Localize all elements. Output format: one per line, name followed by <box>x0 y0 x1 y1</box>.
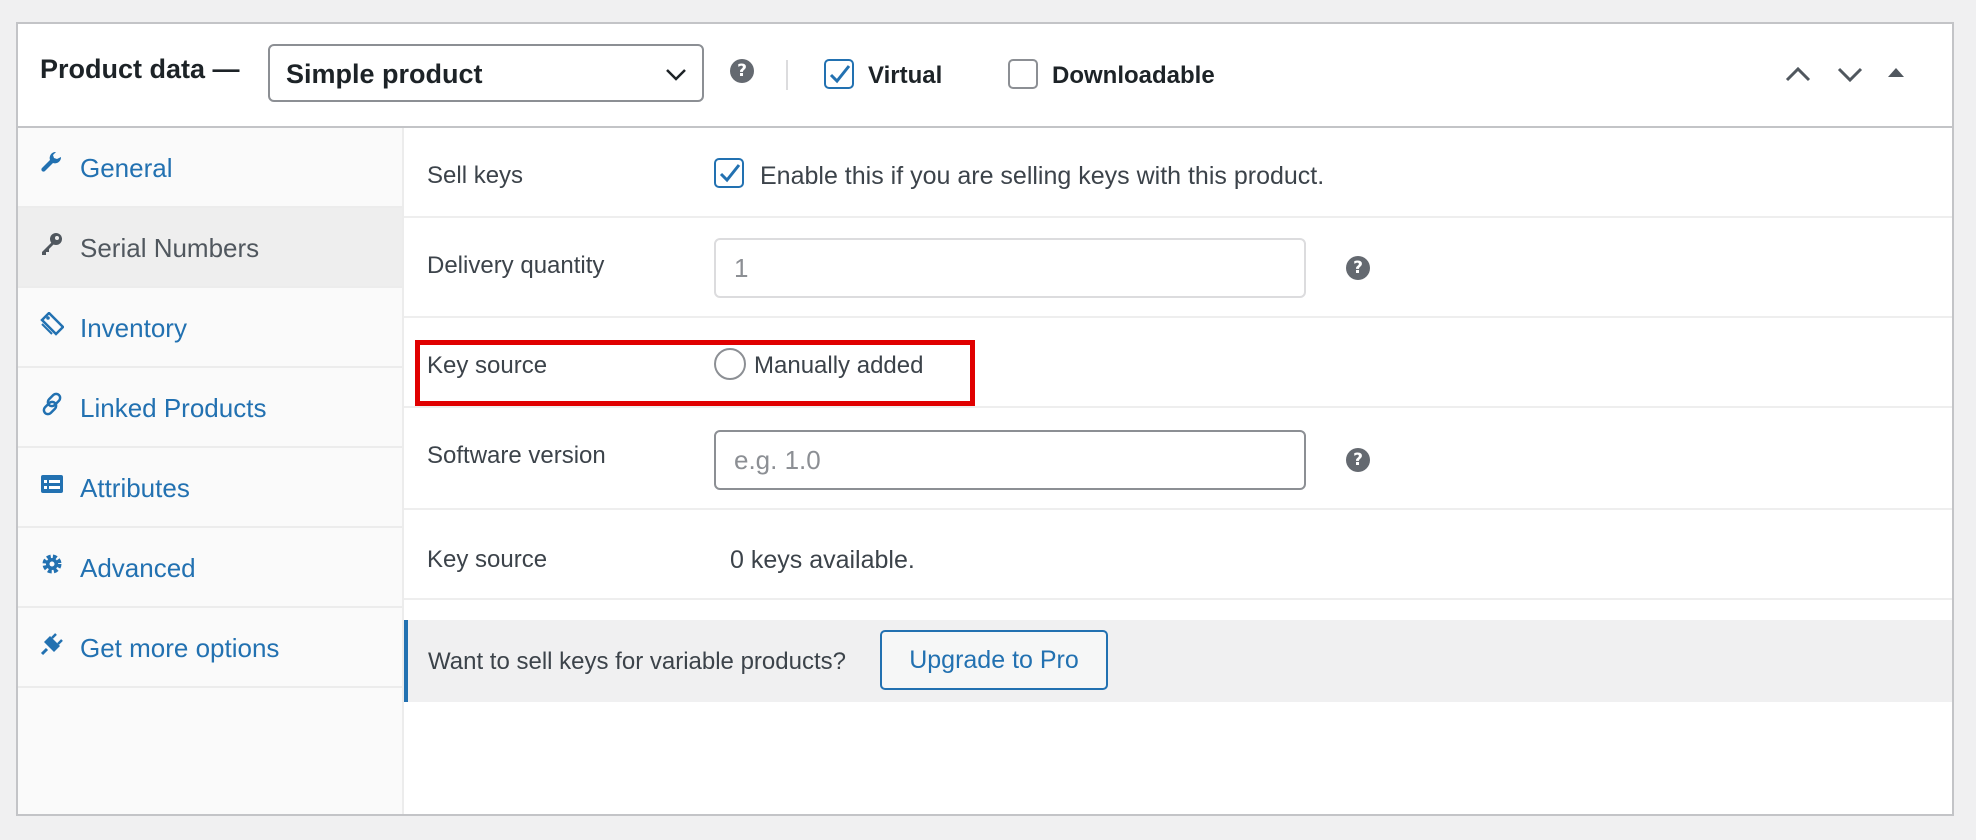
tab-general[interactable]: General <box>18 128 402 208</box>
keys-available-text: 0 keys available. <box>730 546 915 574</box>
downloadable-label[interactable]: Downloadable <box>1052 62 1215 90</box>
tab-inventory-label: Inventory <box>80 313 187 343</box>
upgrade-to-pro-button[interactable]: Upgrade to Pro <box>880 630 1108 690</box>
tab-advanced-label: Advanced <box>80 553 196 583</box>
virtual-label[interactable]: Virtual <box>868 62 942 90</box>
upgrade-notice: Want to sell keys for variable products?… <box>404 620 1952 702</box>
chevron-down-icon <box>666 69 686 81</box>
tab-attributes-label: Attributes <box>80 473 190 503</box>
software-version-row: Software version e.g. 1.0 ? <box>404 408 1952 510</box>
key-source-label-2: Key source <box>427 546 548 573</box>
tab-get-more-options[interactable]: Get more options <box>18 608 402 688</box>
move-down-icon[interactable] <box>1836 60 1864 88</box>
sell-keys-checkbox[interactable] <box>714 158 744 188</box>
keys-available-row: Key source 0 keys available. <box>404 510 1952 600</box>
collapse-toggle-icon[interactable] <box>1886 62 1906 82</box>
delivery-quantity-input[interactable]: 1 <box>714 238 1306 298</box>
sell-keys-row: Sell keys Enable this if you are selling… <box>404 128 1952 218</box>
checkmark-icon <box>829 65 851 84</box>
product-type-value: Simple product <box>286 59 483 89</box>
wrench-icon <box>41 152 62 172</box>
product-type-select[interactable]: Simple product <box>268 44 704 102</box>
delivery-quantity-row: Delivery quantity 1 ? <box>404 218 1952 318</box>
sell-keys-label: Sell keys <box>427 162 524 189</box>
gear-icon <box>42 554 62 574</box>
delivery-quantity-help-icon[interactable]: ? <box>1346 256 1370 280</box>
upgrade-notice-text: Want to sell keys for variable products? <box>428 648 846 675</box>
product-data-panel: Product data — Simple product ? Virtual … <box>16 22 1954 816</box>
tab-serial-numbers-label: Serial Numbers <box>80 233 260 263</box>
tab-attributes[interactable]: Attributes <box>18 448 402 528</box>
tab-linked-products-label: Linked Products <box>80 393 267 423</box>
product-data-tabs: General Serial Numbers Inventory Linked … <box>18 128 404 814</box>
header-divider <box>786 60 788 90</box>
link-icon <box>42 392 62 416</box>
move-up-icon[interactable] <box>1784 60 1812 88</box>
tab-advanced[interactable]: Advanced <box>18 528 402 608</box>
tab-inventory[interactable]: Inventory <box>18 288 402 368</box>
key-icon <box>42 233 62 255</box>
software-version-label: Software version <box>427 442 606 469</box>
tab-get-more-options-label: Get more options <box>80 633 280 663</box>
panel-header: Product data — Simple product ? Virtual … <box>18 24 1952 128</box>
tab-general-label: General <box>80 153 173 183</box>
software-version-input[interactable]: e.g. 1.0 <box>714 430 1306 490</box>
delivery-quantity-label: Delivery quantity <box>427 252 605 279</box>
panel-title: Product data — <box>40 54 240 84</box>
list-icon <box>41 475 63 493</box>
sell-keys-description[interactable]: Enable this if you are selling keys with… <box>760 162 1324 191</box>
product-type-help-icon[interactable]: ? <box>730 59 754 83</box>
tag-icon <box>40 312 64 336</box>
serial-numbers-panel: Sell keys Enable this if you are selling… <box>404 128 1952 814</box>
tab-linked-products[interactable]: Linked Products <box>18 368 402 448</box>
virtual-checkbox[interactable] <box>824 59 854 89</box>
tab-serial-numbers[interactable]: Serial Numbers <box>18 208 402 288</box>
downloadable-checkbox[interactable] <box>1008 59 1038 89</box>
software-version-help-icon[interactable]: ? <box>1346 448 1370 472</box>
plugin-icon <box>40 633 63 656</box>
checkmark-icon <box>719 164 741 183</box>
key-source-highlight <box>415 340 975 406</box>
